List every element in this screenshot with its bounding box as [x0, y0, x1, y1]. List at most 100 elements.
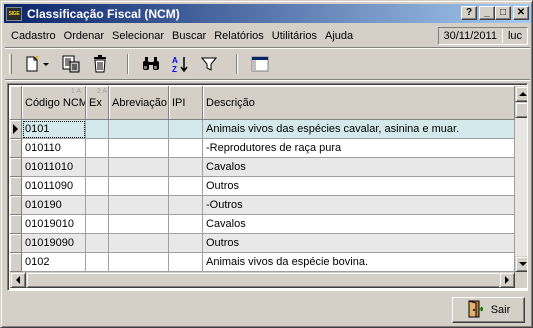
cell-descricao[interactable]: Animais vivos da espécie bovina.	[203, 253, 515, 272]
delete-icon[interactable]	[88, 53, 111, 75]
row-indicator[interactable]	[10, 177, 22, 196]
scroll-down-button[interactable]	[515, 256, 527, 272]
title-bar[interactable]: SIGE Classificação Fiscal (NCM) ? _ □ ✕	[4, 4, 531, 23]
status-panel: 30/11/2011 luc	[437, 27, 528, 45]
cell-ex[interactable]	[86, 120, 109, 139]
cell-abreviacao[interactable]	[109, 120, 169, 139]
menu-buscar[interactable]: Buscar	[172, 30, 206, 42]
cell-ipi[interactable]	[169, 253, 203, 272]
menu-utilitarios[interactable]: Utilitários	[272, 30, 317, 42]
cell-ipi[interactable]	[169, 120, 203, 139]
cell-codigo[interactable]: 01011010	[22, 158, 86, 177]
toolbar: AZ	[5, 50, 530, 78]
menu-ajuda[interactable]: Ajuda	[325, 30, 353, 42]
cell-codigo[interactable]: 0102	[22, 253, 86, 272]
sort-az-icon[interactable]: AZ	[168, 53, 191, 75]
cell-descricao[interactable]: Animais vivos das espécies cavalar, asin…	[203, 120, 515, 139]
cell-codigo[interactable]: 01011090	[22, 177, 86, 196]
menu-selecionar[interactable]: Selecionar	[112, 30, 164, 42]
cell-descricao[interactable]: -Outros	[203, 196, 515, 215]
table-row[interactable]: 0101 Animais vivos das espécies cavalar, …	[10, 120, 515, 139]
cell-abreviacao[interactable]	[109, 253, 169, 272]
cell-abreviacao[interactable]	[109, 177, 169, 196]
vertical-scroll-thumb[interactable]	[515, 102, 527, 118]
row-indicator[interactable]	[10, 158, 22, 177]
table-row[interactable]: 01019090 Outros	[10, 234, 515, 253]
cell-codigo[interactable]: 010110	[22, 139, 86, 158]
scroll-left-button[interactable]	[10, 272, 26, 288]
row-indicator[interactable]	[10, 120, 22, 139]
minimize-button[interactable]: _	[479, 6, 495, 20]
row-indicator[interactable]	[10, 253, 22, 272]
cell-ex[interactable]	[86, 139, 109, 158]
row-indicator[interactable]	[10, 215, 22, 234]
sort-indicator: 1 A	[70, 88, 81, 95]
cell-abreviacao[interactable]	[109, 196, 169, 215]
cell-codigo[interactable]: 01019090	[22, 234, 86, 253]
table-row[interactable]: 01019010 Cavalos	[10, 215, 515, 234]
ncm-grid[interactable]: Código NCM 1 A Ex 2 A Abreviação IPI Descr…	[7, 83, 528, 291]
horizontal-scroll-thumb[interactable]	[26, 272, 508, 288]
table-row[interactable]: 01011010 Cavalos	[10, 158, 515, 177]
cell-abreviacao[interactable]	[109, 234, 169, 253]
cell-ipi[interactable]	[169, 196, 203, 215]
cell-ex[interactable]	[86, 234, 109, 253]
current-user: luc	[507, 30, 522, 42]
cell-descricao[interactable]: -Reprodutores de raça pura	[203, 139, 515, 158]
row-indicator[interactable]	[10, 139, 22, 158]
cell-codigo[interactable]: 010190	[22, 196, 86, 215]
cell-ipi[interactable]	[169, 215, 203, 234]
toolbar-grip[interactable]	[9, 54, 12, 74]
new-record-icon[interactable]	[20, 53, 43, 75]
horizontal-scrollbar[interactable]	[10, 272, 515, 288]
menu-relatorios[interactable]: Relatórios	[214, 30, 264, 42]
cell-ipi[interactable]	[169, 158, 203, 177]
column-header-ex[interactable]: Ex 2 A	[86, 86, 109, 120]
grid-header: Código NCM 1 A Ex 2 A Abreviação IPI Descr…	[10, 86, 515, 120]
layout-icon[interactable]	[248, 53, 271, 75]
cell-abreviacao[interactable]	[109, 215, 169, 234]
row-indicator[interactable]	[10, 234, 22, 253]
cell-descricao[interactable]: Outros	[203, 234, 515, 253]
row-indicator[interactable]	[10, 196, 22, 215]
column-header-descricao[interactable]: Descrição	[203, 86, 515, 120]
search-binoculars-icon[interactable]	[139, 53, 162, 75]
menu-cadastro[interactable]: Cadastro	[11, 30, 56, 42]
cell-ipi[interactable]	[169, 177, 203, 196]
scroll-right-button[interactable]	[499, 272, 515, 288]
cell-codigo[interactable]: 0101	[22, 120, 86, 139]
close-button[interactable]: ✕	[513, 6, 529, 20]
arrow-up-icon	[519, 92, 527, 96]
column-header-abreviacao[interactable]: Abreviação	[109, 86, 169, 120]
header-indicator	[10, 86, 22, 120]
exit-button[interactable]: Sair	[452, 297, 525, 323]
cell-ex[interactable]	[86, 253, 109, 272]
new-record-dropdown-icon[interactable]	[43, 62, 49, 66]
scroll-up-button[interactable]	[515, 86, 527, 102]
edit-record-icon[interactable]	[59, 53, 82, 75]
cell-ex[interactable]	[86, 215, 109, 234]
maximize-button[interactable]: □	[495, 6, 511, 20]
menu-ordenar[interactable]: Ordenar	[64, 30, 104, 42]
cell-ex[interactable]	[86, 177, 109, 196]
vertical-scrollbar[interactable]	[515, 86, 527, 272]
help-button[interactable]: ?	[461, 6, 477, 20]
toolbar-divider	[5, 79, 530, 81]
table-row[interactable]: 010110 -Reprodutores de raça pura	[10, 139, 515, 158]
table-row[interactable]: 01011090 Outros	[10, 177, 515, 196]
cell-codigo[interactable]: 01019010	[22, 215, 86, 234]
cell-ex[interactable]	[86, 196, 109, 215]
cell-descricao[interactable]: Cavalos	[203, 158, 515, 177]
column-header-ipi[interactable]: IPI	[169, 86, 203, 120]
cell-descricao[interactable]: Cavalos	[203, 215, 515, 234]
table-row[interactable]: 010190 -Outros	[10, 196, 515, 215]
table-row[interactable]: 0102 Animais vivos da espécie bovina.	[10, 253, 515, 272]
cell-ipi[interactable]	[169, 139, 203, 158]
cell-abreviacao[interactable]	[109, 139, 169, 158]
cell-ipi[interactable]	[169, 234, 203, 253]
filter-icon[interactable]	[197, 53, 220, 75]
cell-descricao[interactable]: Outros	[203, 177, 515, 196]
cell-abreviacao[interactable]	[109, 158, 169, 177]
cell-ex[interactable]	[86, 158, 109, 177]
column-header-codigo[interactable]: Código NCM 1 A	[22, 86, 86, 120]
